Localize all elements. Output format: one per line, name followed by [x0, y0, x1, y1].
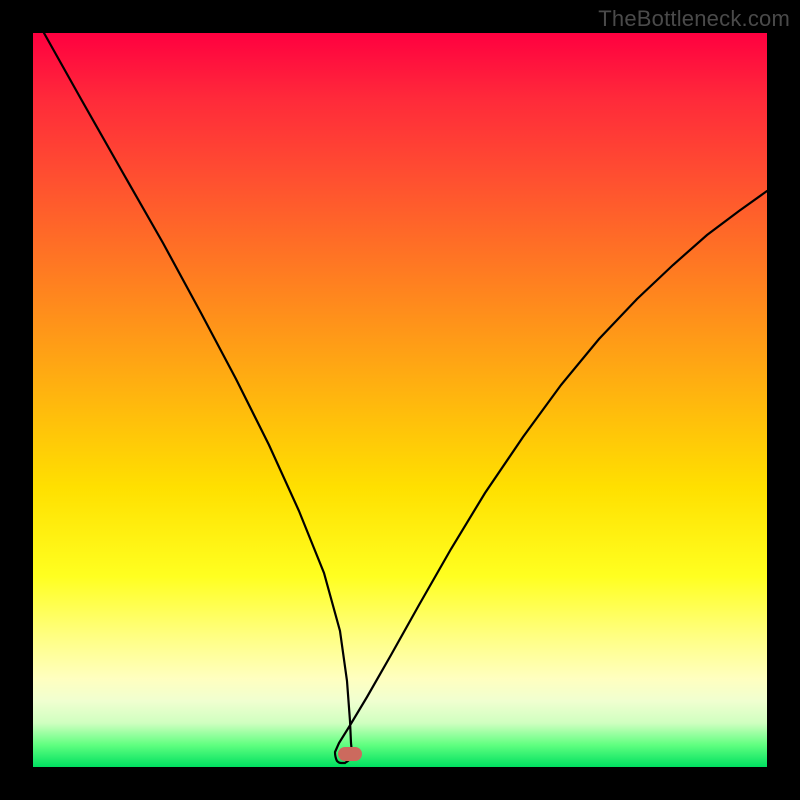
optimal-marker — [338, 747, 362, 761]
chart-frame: TheBottleneck.com — [0, 0, 800, 800]
plot-area — [33, 33, 767, 767]
curve-path — [44, 33, 767, 763]
watermark-text: TheBottleneck.com — [598, 6, 790, 32]
bottleneck-curve — [33, 33, 767, 767]
